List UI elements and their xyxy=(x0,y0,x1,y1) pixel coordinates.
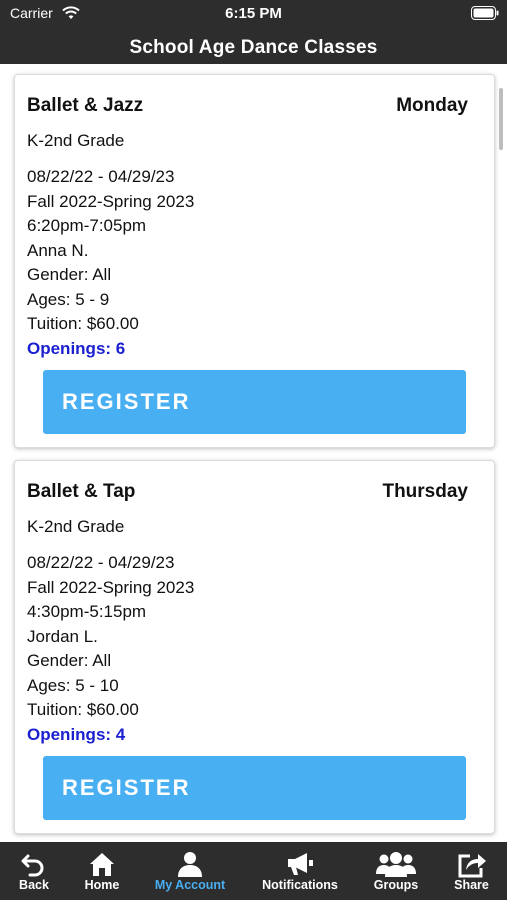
class-day: Thursday xyxy=(382,481,468,502)
register-button[interactable]: REGISTER xyxy=(43,756,466,820)
tab-label: My Account xyxy=(154,878,226,892)
class-card: Ballet & Tap Thursday K-2nd Grade 08/22/… xyxy=(14,460,495,834)
tab-label: Back xyxy=(19,878,49,892)
class-grade: K-2nd Grade xyxy=(27,517,125,536)
class-name: Ballet & Tap xyxy=(27,481,136,502)
tab-label: Notifications xyxy=(262,878,338,892)
class-openings: Openings: 6 xyxy=(27,338,126,358)
tab-groups[interactable]: Groups xyxy=(356,842,436,900)
page-title: School Age Dance Classes xyxy=(129,37,378,58)
class-session: Fall 2022-Spring 2023 xyxy=(27,577,195,597)
class-details: 08/22/22 - 04/29/23 Fall 2022-Spring 202… xyxy=(27,165,194,361)
bottom-tab-bar: Back Home My Account Notifications Group… xyxy=(0,842,507,900)
user-icon xyxy=(136,850,244,878)
scrollbar[interactable] xyxy=(499,88,503,150)
class-ages: Ages: 5 - 9 xyxy=(27,289,110,309)
tab-home[interactable]: Home xyxy=(68,842,136,900)
tab-notifications[interactable]: Notifications xyxy=(244,842,356,900)
class-ages: Ages: 5 - 10 xyxy=(27,675,119,695)
class-instructor: Anna N. xyxy=(27,240,89,260)
class-dates: 08/22/22 - 04/29/23 xyxy=(27,553,175,572)
class-openings: Openings: 4 xyxy=(27,724,126,744)
class-list[interactable]: Ballet & Jazz Monday K-2nd Grade 08/22/2… xyxy=(0,64,507,842)
tab-label: Share xyxy=(454,878,489,892)
tab-label: Home xyxy=(84,878,120,892)
class-card: Ballet & Jazz Monday K-2nd Grade 08/22/2… xyxy=(14,74,495,448)
tab-my-account[interactable]: My Account xyxy=(136,842,244,900)
back-arrow-icon xyxy=(0,850,68,878)
group-icon xyxy=(356,850,436,878)
tab-label: Groups xyxy=(373,878,419,892)
home-icon xyxy=(68,850,136,878)
class-session: Fall 2022-Spring 2023 xyxy=(27,191,195,211)
class-gender: Gender: All xyxy=(27,265,112,284)
class-time: 4:30pm-5:15pm xyxy=(27,602,147,621)
class-tuition: Tuition: $60.00 xyxy=(27,314,139,333)
register-button[interactable]: REGISTER xyxy=(43,370,466,434)
class-gender: Gender: All xyxy=(27,651,112,670)
clock: 6:15 PM xyxy=(225,5,282,22)
status-bar: Carrier 6:15 PM xyxy=(0,0,507,28)
tab-share[interactable]: Share xyxy=(436,842,507,900)
class-dates: 08/22/22 - 04/29/23 xyxy=(27,167,175,186)
class-day: Monday xyxy=(396,95,468,116)
tab-back[interactable]: Back xyxy=(0,842,68,900)
class-instructor: Jordan L. xyxy=(27,626,98,646)
battery-icon xyxy=(471,6,499,25)
top-bar: Carrier 6:15 PM School Age Dance Classes xyxy=(0,0,507,64)
class-tuition: Tuition: $60.00 xyxy=(27,700,139,719)
class-name: Ballet & Jazz xyxy=(27,95,144,116)
megaphone-icon xyxy=(244,850,356,878)
share-icon xyxy=(436,850,507,878)
class-details: 08/22/22 - 04/29/23 Fall 2022-Spring 202… xyxy=(27,551,194,747)
class-grade: K-2nd Grade xyxy=(27,131,125,150)
class-time: 6:20pm-7:05pm xyxy=(27,216,147,235)
